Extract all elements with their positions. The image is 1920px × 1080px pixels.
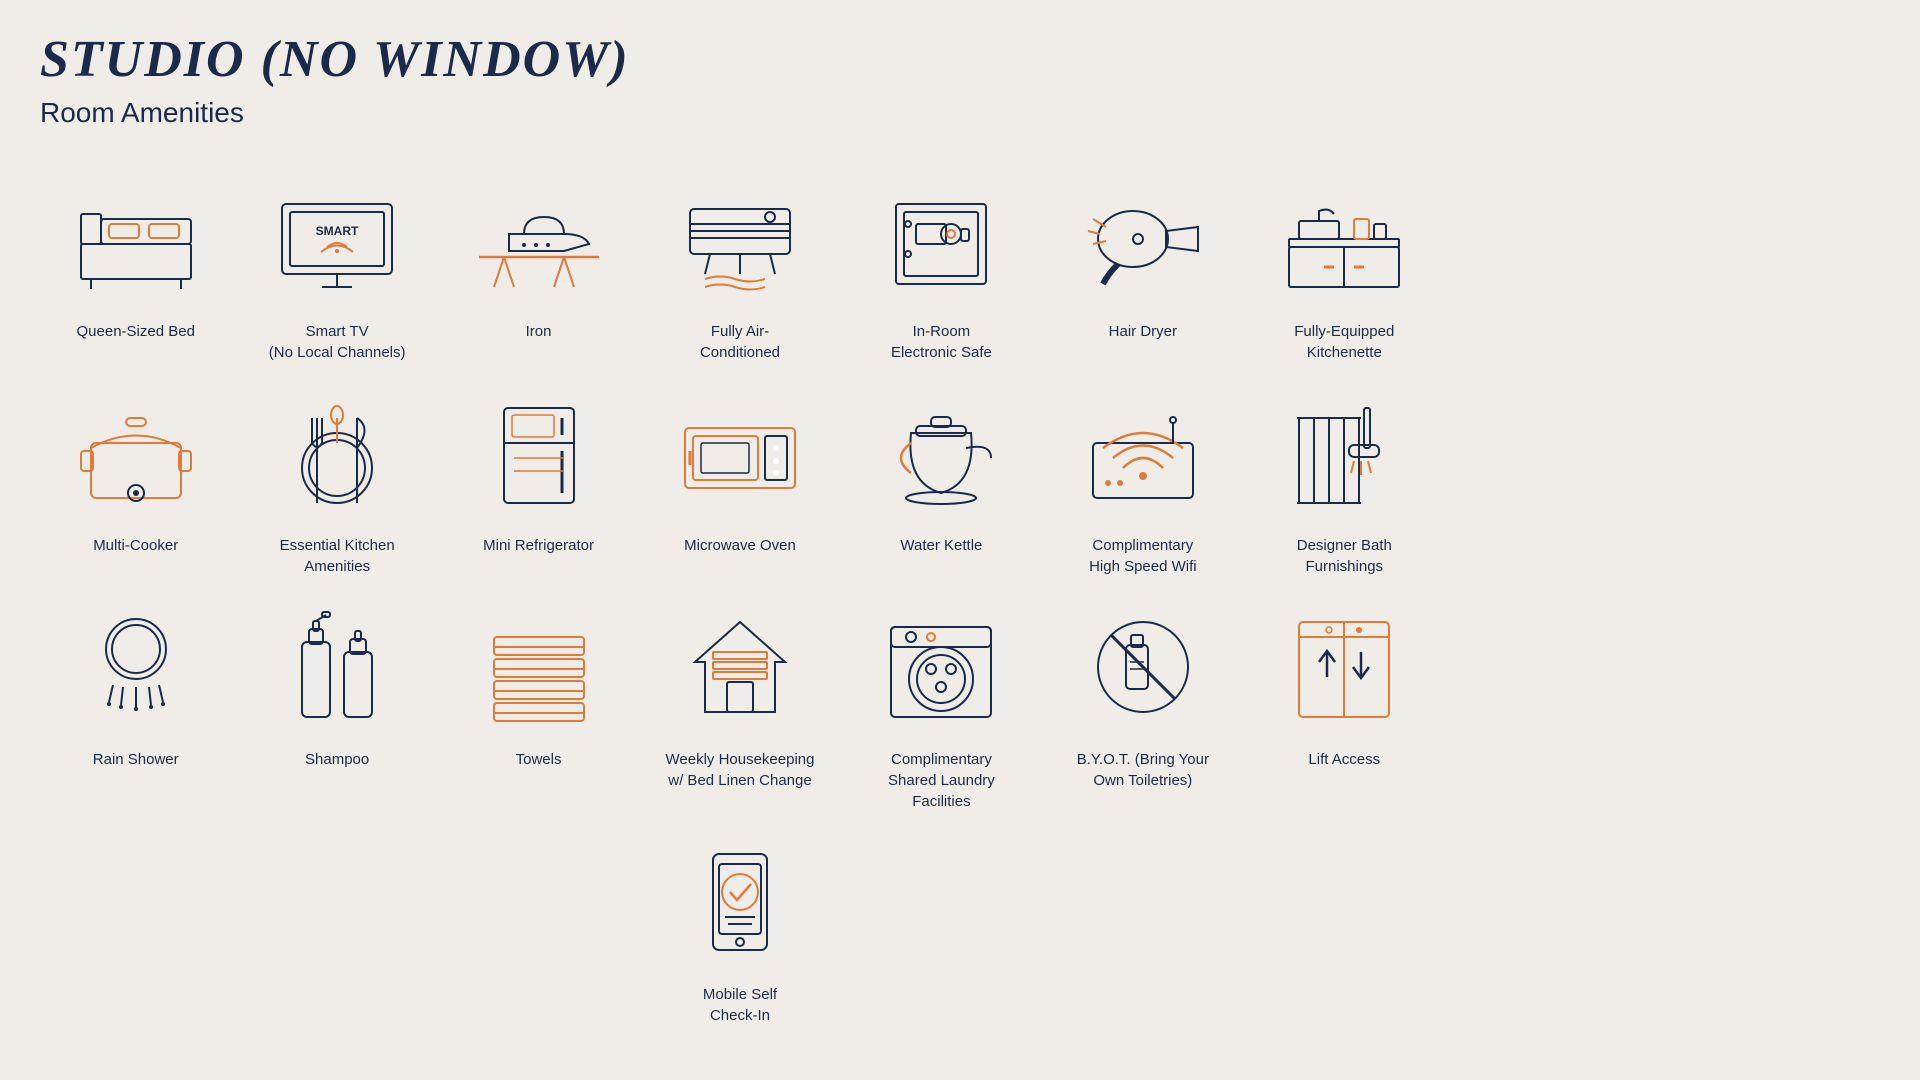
kitchenette-label: Fully-EquippedKitchenette [1294, 321, 1394, 363]
amenity-kitchen-amenities: Essential KitchenAmenities [241, 383, 432, 577]
queen-bed-label: Queen-Sized Bed [77, 321, 195, 342]
amenity-housekeeping: Weekly Housekeepingw/ Bed Linen Change [644, 597, 835, 812]
rain-shower-icon [56, 597, 216, 737]
laundry-label: ComplimentaryShared LaundryFacilities [888, 749, 995, 812]
air-conditioned-label: Fully Air-Conditioned [700, 321, 780, 363]
amenities-grid: Queen-Sized Bed SMART Smart TV(No Local … [40, 169, 1440, 1026]
mini-fridge-label: Mini Refrigerator [483, 535, 594, 556]
amenity-electronic-safe: In-RoomElectronic Safe [846, 169, 1037, 363]
amenity-mini-fridge: Mini Refrigerator [443, 383, 634, 577]
multi-cooker-label: Multi-Cooker [93, 535, 178, 556]
shampoo-label: Shampoo [305, 749, 369, 770]
svg-text:SMART: SMART [316, 224, 359, 238]
amenity-air-conditioned: Fully Air-Conditioned [644, 169, 835, 363]
amenity-water-kettle: Water Kettle [846, 383, 1037, 577]
amenity-multi-cooker: Multi-Cooker [40, 383, 231, 577]
towels-label: Towels [516, 749, 562, 770]
rain-shower-label: Rain Shower [93, 749, 179, 770]
kitchen-amenities-icon [257, 383, 417, 523]
laundry-icon [861, 597, 1021, 737]
page-title: STUDIO (NO WINDOW) [40, 30, 1880, 89]
smart-tv-icon: SMART [257, 169, 417, 309]
amenity-hair-dryer: Hair Dryer [1047, 169, 1238, 363]
microwave-icon [660, 383, 820, 523]
smart-tv-label: Smart TV(No Local Channels) [269, 321, 406, 363]
mobile-checkin-icon [660, 832, 820, 972]
section-subtitle: Room Amenities [40, 97, 1880, 129]
air-conditioned-icon [660, 169, 820, 309]
water-kettle-label: Water Kettle [900, 535, 982, 556]
water-kettle-icon [861, 383, 1021, 523]
microwave-label: Microwave Oven [684, 535, 796, 556]
wifi-icon [1063, 383, 1223, 523]
amenity-iron: Iron [443, 169, 634, 363]
mini-fridge-icon [459, 383, 619, 523]
amenity-byot: B.Y.O.T. (Bring YourOwn Toiletries) [1047, 597, 1238, 812]
wifi-label: ComplimentaryHigh Speed Wifi [1089, 535, 1197, 577]
kitchen-amenities-label: Essential KitchenAmenities [280, 535, 395, 577]
amenity-towels: Towels [443, 597, 634, 812]
housekeeping-icon [660, 597, 820, 737]
shampoo-icon [257, 597, 417, 737]
amenity-lift: Lift Access [1249, 597, 1440, 812]
iron-icon [459, 169, 619, 309]
amenity-smart-tv: SMART Smart TV(No Local Channels) [241, 169, 432, 363]
amenity-mobile-checkin: Mobile SelfCheck-In [644, 832, 835, 1026]
amenity-shampoo: Shampoo [241, 597, 432, 812]
hair-dryer-icon [1063, 169, 1223, 309]
amenity-laundry: ComplimentaryShared LaundryFacilities [846, 597, 1037, 812]
iron-label: Iron [526, 321, 552, 342]
electronic-safe-label: In-RoomElectronic Safe [891, 321, 992, 363]
byot-label: B.Y.O.T. (Bring YourOwn Toiletries) [1077, 749, 1209, 791]
lift-label: Lift Access [1308, 749, 1380, 770]
electronic-safe-icon [861, 169, 1021, 309]
amenity-rain-shower: Rain Shower [40, 597, 231, 812]
amenity-wifi: ComplimentaryHigh Speed Wifi [1047, 383, 1238, 577]
amenity-queen-bed: Queen-Sized Bed [40, 169, 231, 363]
mobile-checkin-label: Mobile SelfCheck-In [703, 984, 777, 1026]
multi-cooker-icon [56, 383, 216, 523]
amenity-kitchenette: Fully-EquippedKitchenette [1249, 169, 1440, 363]
amenity-bath-furnishings: Designer BathFurnishings [1249, 383, 1440, 577]
bath-furnishings-label: Designer BathFurnishings [1297, 535, 1392, 577]
kitchenette-icon [1264, 169, 1424, 309]
towels-icon [459, 597, 619, 737]
housekeeping-label: Weekly Housekeepingw/ Bed Linen Change [666, 749, 815, 791]
byot-icon [1063, 597, 1223, 737]
lift-icon [1264, 597, 1424, 737]
bath-furnishings-icon [1264, 383, 1424, 523]
hair-dryer-label: Hair Dryer [1109, 321, 1177, 342]
queen-bed-icon [56, 169, 216, 309]
amenity-microwave: Microwave Oven [644, 383, 835, 577]
